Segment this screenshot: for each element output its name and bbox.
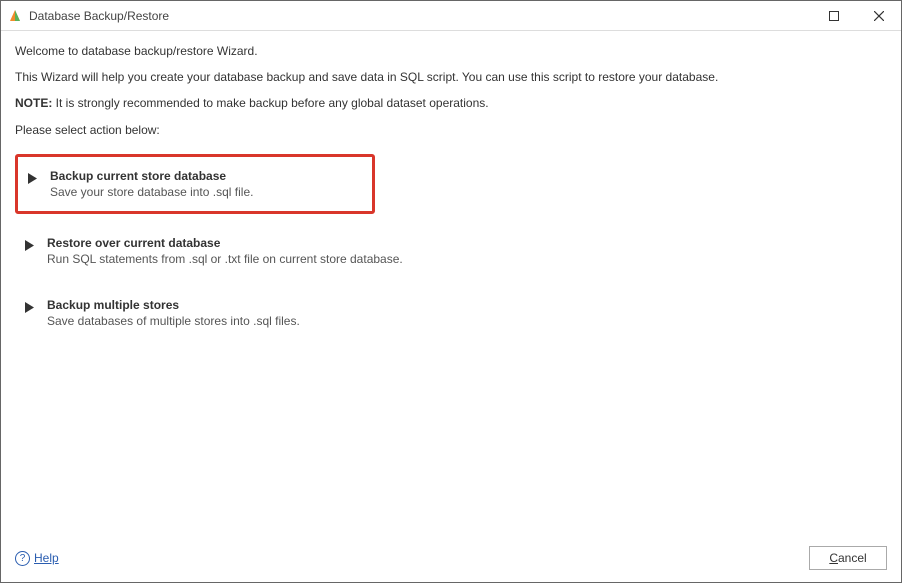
select-prompt: Please select action below: bbox=[15, 122, 887, 138]
play-icon bbox=[25, 240, 35, 251]
option-backup-current[interactable]: Backup current store database Save your … bbox=[15, 154, 375, 214]
option-restore[interactable]: Restore over current database Run SQL st… bbox=[15, 226, 411, 276]
welcome-text: Welcome to database backup/restore Wizar… bbox=[15, 43, 887, 59]
cancel-button[interactable]: Cancel bbox=[809, 546, 887, 570]
close-button[interactable] bbox=[856, 1, 901, 30]
window-title: Database Backup/Restore bbox=[29, 9, 811, 23]
app-icon bbox=[7, 8, 23, 24]
option-title: Backup current store database bbox=[50, 169, 253, 183]
window-controls bbox=[811, 1, 901, 30]
option-text: Backup multiple stores Save databases of… bbox=[47, 298, 300, 328]
action-options: Backup current store database Save your … bbox=[15, 154, 887, 350]
note-text: It is strongly recommended to make backu… bbox=[52, 96, 488, 110]
cancel-underline: C bbox=[829, 551, 838, 565]
option-title: Backup multiple stores bbox=[47, 298, 300, 312]
note-line: NOTE: It is strongly recommended to make… bbox=[15, 95, 887, 111]
play-icon bbox=[25, 302, 35, 313]
wizard-content: Welcome to database backup/restore Wizar… bbox=[1, 31, 901, 538]
intro-text: Welcome to database backup/restore Wizar… bbox=[15, 43, 887, 148]
option-desc: Save databases of multiple stores into .… bbox=[47, 314, 300, 328]
play-icon bbox=[28, 173, 38, 184]
option-title: Restore over current database bbox=[47, 236, 403, 250]
option-desc: Run SQL statements from .sql or .txt fil… bbox=[47, 252, 403, 266]
option-backup-multiple[interactable]: Backup multiple stores Save databases of… bbox=[15, 288, 375, 338]
help-link[interactable]: ? Help bbox=[15, 551, 59, 566]
help-text: Help bbox=[34, 551, 59, 565]
footer: ? Help Cancel bbox=[1, 538, 901, 582]
option-text: Restore over current database Run SQL st… bbox=[47, 236, 403, 266]
option-desc: Save your store database into .sql file. bbox=[50, 185, 253, 199]
help-icon: ? bbox=[15, 551, 30, 566]
maximize-button[interactable] bbox=[811, 1, 856, 30]
title-bar: Database Backup/Restore bbox=[1, 1, 901, 31]
note-label: NOTE: bbox=[15, 96, 52, 110]
option-text: Backup current store database Save your … bbox=[50, 169, 253, 199]
cancel-rest: ancel bbox=[838, 551, 867, 565]
description-text: This Wizard will help you create your da… bbox=[15, 69, 887, 85]
